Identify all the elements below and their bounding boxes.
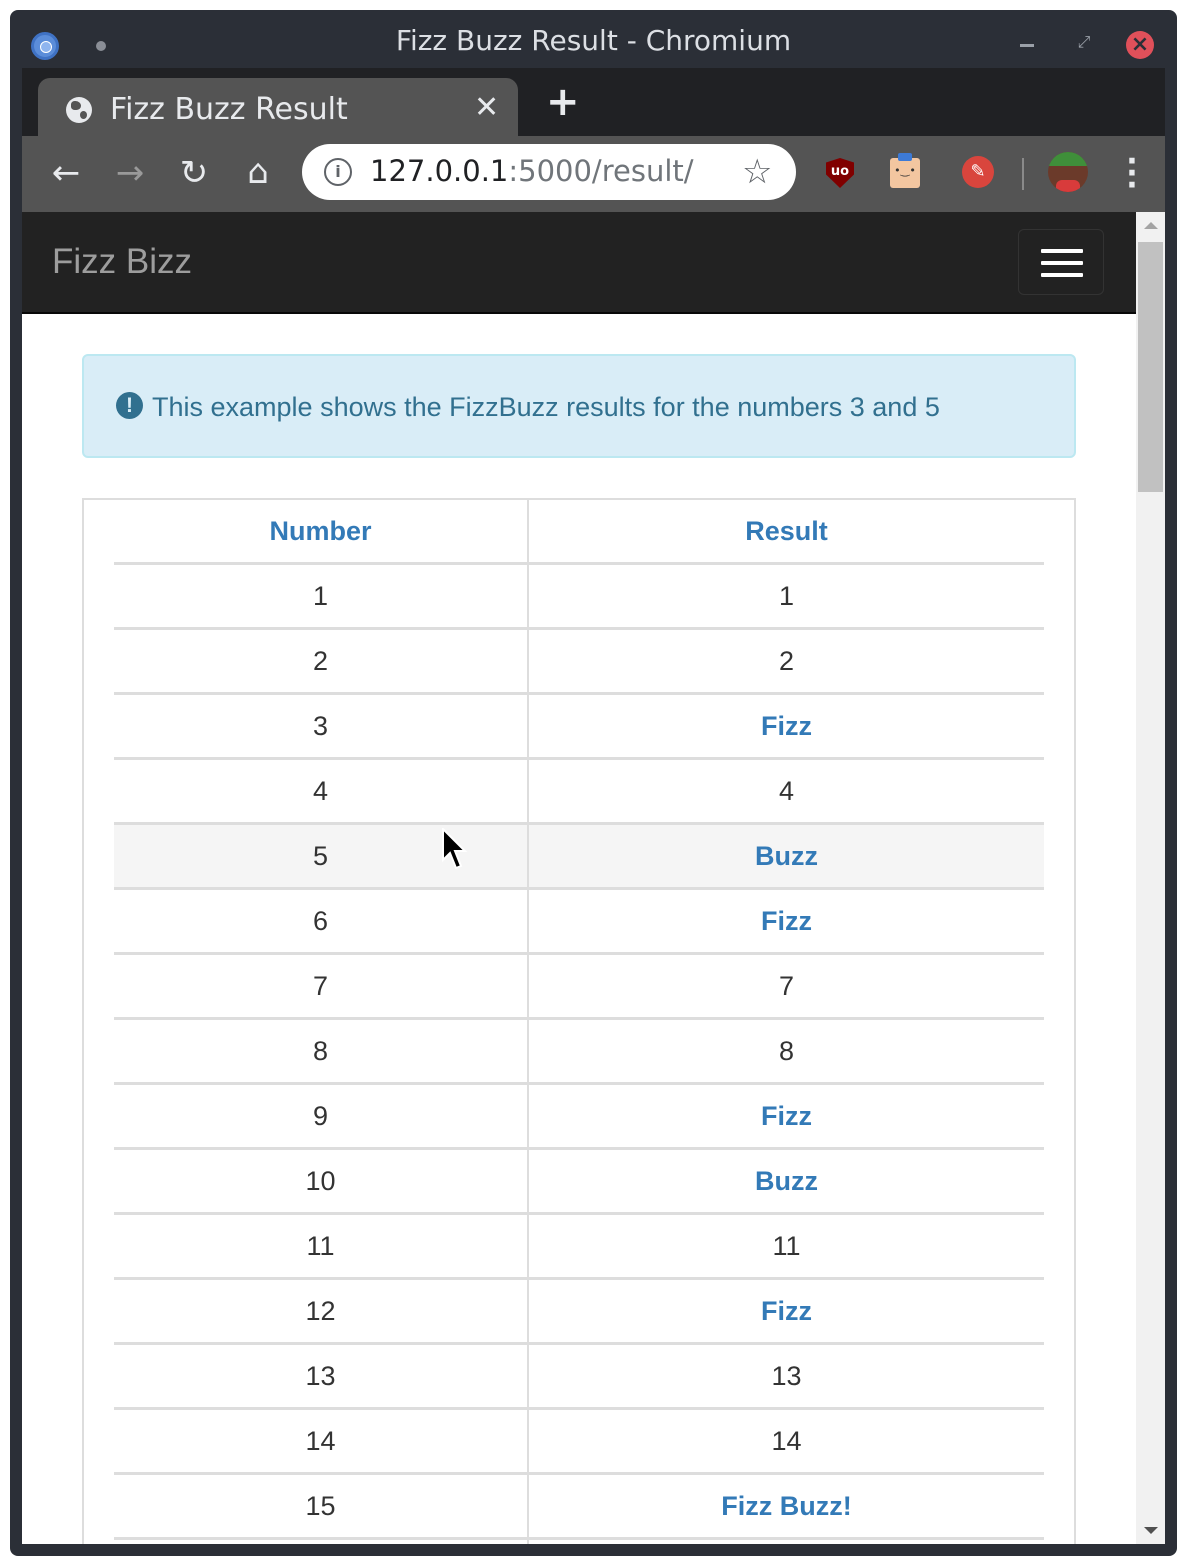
vertical-scrollbar[interactable] [1136, 212, 1165, 1544]
table-row: 15 Fizz Buzz! [114, 1473, 1044, 1540]
cell-result: Buzz [527, 1148, 1044, 1215]
table-row: 9 Fizz [114, 1083, 1044, 1150]
cell-number: 16 [114, 1538, 528, 1544]
cell-result: 2 [527, 628, 1044, 695]
column-header-number[interactable]: Number [114, 500, 528, 565]
cell-number: 13 [114, 1343, 528, 1410]
cell-result: 16 [527, 1538, 1044, 1544]
results-table: Number Result 1 1 2 2 3 Fizz 4 4 5 Buzz 6 Fizz 7 7 8 8 9… [114, 500, 1044, 1544]
hamburger-bar [1041, 273, 1083, 277]
cell-number: 9 [114, 1083, 528, 1150]
cell-number: 4 [114, 758, 528, 825]
profile-avatar[interactable] [1048, 152, 1088, 192]
cell-number: 1 [114, 563, 528, 630]
globe-icon [66, 97, 92, 123]
cell-result: 1 [527, 563, 1044, 630]
cell-result: Fizz Buzz! [527, 1473, 1044, 1540]
back-icon[interactable]: ← [46, 156, 86, 190]
table-body: 1 1 2 2 3 Fizz 4 4 5 Buzz 6 Fizz 7 7 8 8 9 Fizz 10 Buzz 11 11… [114, 563, 1044, 1544]
toolbar-separator [1022, 158, 1024, 190]
plug-extension-icon[interactable]: ✎ [962, 156, 994, 188]
cell-number: 10 [114, 1148, 528, 1215]
hamburger-bar [1041, 249, 1083, 253]
scroll-thumb[interactable] [1138, 242, 1163, 492]
table-row: 1616 [114, 1538, 1044, 1544]
home-icon[interactable]: ⌂ [238, 155, 278, 189]
url-path: :5000/result/ [508, 154, 694, 188]
tab-close-icon[interactable]: ✕ [474, 90, 499, 125]
table-row: 11 11 [114, 1213, 1044, 1280]
cell-result: 14 [527, 1408, 1044, 1475]
table-row: 44 [114, 758, 1044, 825]
results-table-panel: Number Result 1 1 2 2 3 Fizz 4 4 5 Buzz 6 Fizz 7 7 8 8 9… [82, 498, 1076, 1544]
tab-title: Fizz Buzz Result [110, 92, 348, 127]
cell-number: 7 [114, 953, 528, 1020]
site-info-icon[interactable]: i [324, 158, 352, 186]
cell-result: 11 [527, 1213, 1044, 1280]
table-header-row: Number Result [114, 500, 1044, 565]
cell-number: 15 [114, 1473, 528, 1540]
cell-number: 8 [114, 1018, 528, 1085]
cell-result: 13 [527, 1343, 1044, 1410]
menu-kebab-icon[interactable]: · · · [1120, 147, 1144, 201]
table-row: 10 Buzz [114, 1148, 1044, 1215]
scroll-up-icon[interactable] [1144, 222, 1158, 229]
table-row: 5 Buzz [114, 823, 1044, 890]
table-row: 77 [114, 953, 1044, 1020]
table-row: 3 Fizz [114, 693, 1044, 760]
alert-text: This example shows the FizzBuzz results … [152, 392, 940, 422]
box-face-extension-icon[interactable] [890, 153, 920, 188]
reload-icon[interactable]: ↻ [174, 156, 214, 190]
hamburger-bar [1041, 261, 1083, 265]
exclamation-icon: ! [116, 392, 143, 419]
ublock-extension-icon[interactable]: uo [826, 158, 854, 188]
cell-number: 6 [114, 888, 528, 955]
title-bar: Fizz Buzz Result - Chromium ⤢ × [10, 10, 1177, 68]
address-bar[interactable]: i 127.0.0.1:5000/result/ ☆ [302, 144, 796, 200]
cell-result: Fizz [527, 888, 1044, 955]
navbar-brand[interactable]: Fizz Bizz [52, 242, 192, 282]
cell-number: 12 [114, 1278, 528, 1345]
maximize-icon[interactable]: ⤢ [1076, 34, 1092, 50]
page-viewport: Fizz Bizz ! This example shows the FizzB… [22, 212, 1165, 1544]
cell-result: Fizz [527, 1278, 1044, 1345]
mouse-cursor-icon [442, 828, 468, 870]
scroll-down-icon[interactable] [1144, 1527, 1158, 1534]
table-row: 12 Fizz [114, 1278, 1044, 1345]
table-row: 22 [114, 628, 1044, 695]
table-row: 88 [114, 1018, 1044, 1085]
info-alert: ! This example shows the FizzBuzz result… [82, 354, 1076, 458]
bookmark-star-icon[interactable]: ☆ [742, 152, 772, 192]
cell-result: 7 [527, 953, 1044, 1020]
url-host: 127.0.0.1 [370, 154, 509, 188]
navbar-toggle-button[interactable] [1018, 229, 1104, 295]
cell-result: Fizz [527, 693, 1044, 760]
minimize-icon[interactable] [1020, 44, 1034, 47]
window-title: Fizz Buzz Result - Chromium [395, 24, 792, 57]
cell-result: Buzz [527, 823, 1044, 890]
table-row: 13 13 [114, 1343, 1044, 1410]
cell-result: Fizz [527, 1083, 1044, 1150]
navbar: Fizz Bizz [22, 212, 1136, 314]
tab-strip: Fizz Buzz Result ✕ + [22, 68, 1165, 136]
column-header-result[interactable]: Result [527, 500, 1044, 565]
cell-number: 14 [114, 1408, 528, 1475]
tab-fizz-buzz-result[interactable]: Fizz Buzz Result ✕ [38, 78, 518, 136]
cell-number: 11 [114, 1213, 528, 1280]
new-tab-icon[interactable]: + [546, 82, 580, 122]
table-row: 11 [114, 563, 1044, 630]
cell-number: 2 [114, 628, 528, 695]
browser-toolbar: ← → ↻ ⌂ i 127.0.0.1:5000/result/ ☆ uo ✎ … [22, 136, 1165, 212]
browser-window: Fizz Buzz Result - Chromium ⤢ × Fizz Buz… [10, 10, 1177, 1556]
forward-icon[interactable]: → [110, 156, 150, 190]
table-row: 14 14 [114, 1408, 1044, 1475]
cell-number: 3 [114, 693, 528, 760]
cell-result: 4 [527, 758, 1044, 825]
cell-result: 8 [527, 1018, 1044, 1085]
table-row: 6 Fizz [114, 888, 1044, 955]
close-window-icon[interactable]: × [1126, 31, 1154, 59]
url-text[interactable]: 127.0.0.1:5000/result/ [370, 154, 694, 188]
